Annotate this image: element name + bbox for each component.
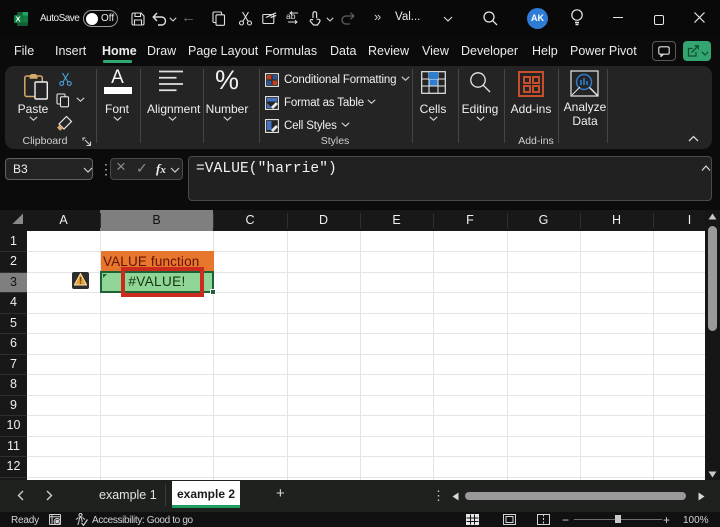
svg-text:X: X (15, 15, 20, 24)
